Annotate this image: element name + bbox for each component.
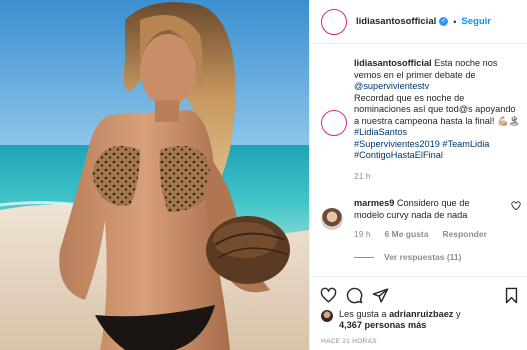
bookmark-icon[interactable] xyxy=(504,287,519,304)
share-icon[interactable] xyxy=(372,287,389,304)
caption-username[interactable]: lidiasantosofficial xyxy=(354,58,432,68)
post-photo[interactable] xyxy=(0,0,309,350)
comment-item: marmes9 Considero que de modelo curvy na… xyxy=(321,198,521,239)
liker-username[interactable]: adrianruizbaez xyxy=(389,309,453,319)
hashtag-lidiasantos[interactable]: #LidiaSantos xyxy=(354,127,407,137)
caption-time[interactable]: 21 h xyxy=(354,171,521,181)
hashtag-teamlidia[interactable]: #TeamLidia xyxy=(442,139,489,149)
follow-button[interactable]: Seguir xyxy=(461,16,491,27)
beach-photo xyxy=(0,0,309,350)
post-header: lidiasantosofficial ✓ • Seguir xyxy=(310,0,527,44)
author-avatar[interactable] xyxy=(321,8,347,35)
separator-dot: • xyxy=(453,16,457,27)
post-caption: lidiasantosofficial Esta noche nos vemos… xyxy=(321,58,521,181)
reply-button[interactable]: Responder xyxy=(442,229,486,239)
likes-summary: Les gusta a adrianruizbaez y 4,367 perso… xyxy=(321,309,461,331)
caption-line-2: Recordad que es noche de nominaciones as… xyxy=(354,92,516,126)
comment-heart-icon[interactable] xyxy=(511,201,521,211)
post-side-panel: lidiasantosofficial ✓ • Seguir lidiasanto… xyxy=(309,0,527,350)
post-timestamp[interactable]: HACE 21 HORAS xyxy=(321,338,377,345)
view-replies-button[interactable]: Ver respuestas (11) xyxy=(354,252,462,262)
caption-text: lidiasantosofficial Esta noche nos vemos… xyxy=(354,58,521,162)
likes-mid: y xyxy=(453,309,461,319)
hashtag-supervivientes2019[interactable]: #Supervivientes2019 xyxy=(354,139,440,149)
liker-avatar[interactable] xyxy=(321,310,333,322)
commenter-username[interactable]: marmes9 xyxy=(354,198,394,208)
comment-icon[interactable] xyxy=(346,287,363,304)
likes-count[interactable]: 4,367 personas más xyxy=(339,320,426,330)
caption-mention[interactable]: @supervivientestv xyxy=(354,81,429,91)
comment-time[interactable]: 19 h xyxy=(354,229,371,239)
heart-icon[interactable] xyxy=(320,287,337,304)
verified-icon: ✓ xyxy=(439,17,449,26)
commenter-avatar[interactable] xyxy=(321,208,343,230)
caption-emoji: 💪🏼🏝 xyxy=(497,115,521,126)
comment-text: marmes9 Considero que de modelo curvy na… xyxy=(354,198,494,221)
caption-avatar[interactable] xyxy=(321,110,347,136)
hashtag-contigohastaelfinal[interactable]: #ContigoHastaElFinal xyxy=(354,150,443,160)
post-actions: Les gusta a adrianruizbaez y 4,367 perso… xyxy=(310,276,527,350)
action-icons xyxy=(320,287,389,304)
comment-likes[interactable]: 6 Me gusta xyxy=(385,229,429,239)
likes-prefix: Les gusta a xyxy=(339,309,390,319)
author-username[interactable]: lidiasantosofficial xyxy=(356,16,436,27)
view-replies-label: Ver respuestas (11) xyxy=(384,252,462,262)
comment-meta: 19 h 6 Me gusta Responder xyxy=(354,229,521,239)
replies-divider xyxy=(354,256,374,258)
likes-text: Les gusta a adrianruizbaez y 4,367 perso… xyxy=(339,309,461,331)
